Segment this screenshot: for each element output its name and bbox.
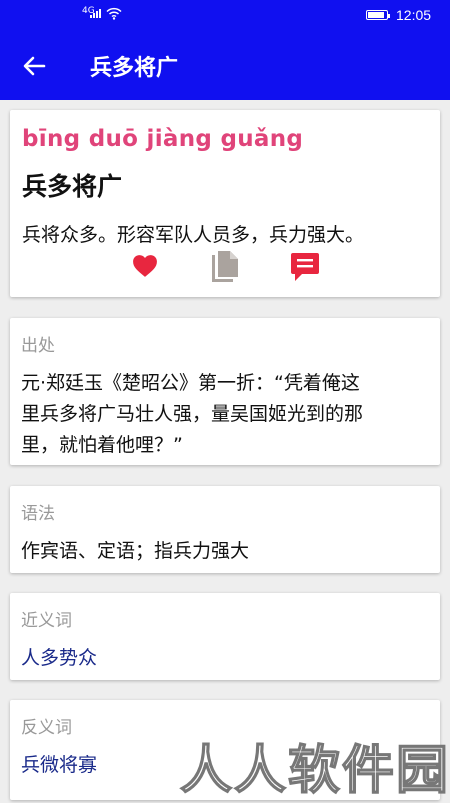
signal-icon: [90, 9, 101, 18]
grammar-label: 语法: [21, 504, 55, 524]
grammar-card: 语法 作宾语、定语；指兵力强大: [10, 486, 440, 573]
app-bar: 兵多将广: [0, 30, 450, 100]
copy-icon[interactable]: [209, 249, 241, 285]
status-time: 12:05: [396, 7, 432, 23]
wifi-icon: [106, 7, 122, 20]
source-label: 出处: [21, 336, 55, 356]
grammar-text: 作宾语、定语；指兵力强大: [21, 540, 250, 562]
back-arrow-icon[interactable]: [18, 51, 52, 81]
battery-icon: [366, 10, 390, 20]
source-line: 元·郑廷玉《楚昭公》第一折：“凭着俺这: [21, 372, 360, 394]
favorite-heart-icon[interactable]: [132, 254, 158, 278]
status-bar: 4G 12:05: [0, 0, 450, 30]
synonym-label: 近义词: [21, 611, 72, 631]
entry-card: bīng duō jiàng guǎng 兵多将广 兵将众多。形容军队人员多，兵…: [10, 110, 440, 297]
idiom-meaning: 兵将众多。形容军队人员多，兵力强大。: [22, 224, 365, 246]
page-title: 兵多将广: [90, 56, 179, 81]
source-line: 里兵多将广马壮人强，量吴国姬光到的那: [21, 403, 364, 425]
synonym-link[interactable]: 人多势众: [21, 643, 431, 674]
synonym-card: 近义词 人多势众: [10, 593, 440, 680]
source-line: 里，就怕着他哩？”: [21, 434, 183, 456]
idiom-word: 兵多将广: [22, 172, 123, 201]
pinyin-text: bīng duō jiàng guǎng: [22, 126, 304, 152]
antonym-label: 反义词: [21, 718, 72, 738]
source-text: 元·郑廷玉《楚昭公》第一折：“凭着俺这 里兵多将广马壮人强，量吴国姬光到的那 里…: [21, 368, 431, 461]
comment-icon[interactable]: [290, 251, 320, 283]
watermark-text: 人人软件园: [179, 740, 450, 802]
source-card: 出处 元·郑廷玉《楚昭公》第一折：“凭着俺这 里兵多将广马壮人强，量吴国姬光到的…: [10, 318, 440, 465]
